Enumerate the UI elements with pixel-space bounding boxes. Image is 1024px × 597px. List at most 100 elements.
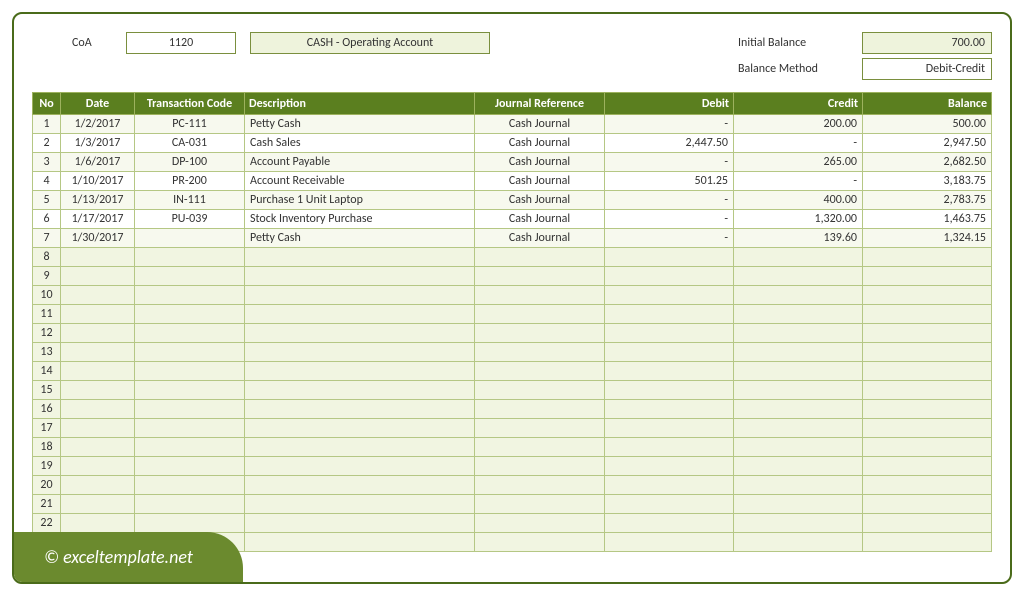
cell-tc[interactable]: PU-039 <box>135 210 245 229</box>
cell-balance[interactable]: 500.00 <box>863 115 992 134</box>
cell-tc[interactable]: DP-100 <box>135 153 245 172</box>
cell-credit[interactable] <box>734 400 863 419</box>
table-row-empty[interactable]: 14 <box>33 362 992 381</box>
cell-jr[interactable] <box>475 324 605 343</box>
table-row-empty[interactable]: 8 <box>33 248 992 267</box>
cell-tc[interactable] <box>135 438 245 457</box>
cell-credit[interactable] <box>734 514 863 533</box>
cell-debit[interactable] <box>605 533 734 552</box>
cell-desc[interactable] <box>245 533 475 552</box>
cell-desc[interactable]: Purchase 1 Unit Laptop <box>245 191 475 210</box>
cell-no[interactable]: 1 <box>33 115 61 134</box>
cell-debit[interactable] <box>605 324 734 343</box>
cell-no[interactable]: 13 <box>33 343 61 362</box>
cell-date[interactable] <box>61 457 135 476</box>
cell-credit[interactable] <box>734 305 863 324</box>
cell-credit[interactable] <box>734 419 863 438</box>
table-row[interactable]: 51/13/2017IN-111Purchase 1 Unit LaptopCa… <box>33 191 992 210</box>
cell-jr[interactable] <box>475 362 605 381</box>
cell-no[interactable]: 11 <box>33 305 61 324</box>
cell-balance[interactable] <box>863 533 992 552</box>
table-row-empty[interactable]: 11 <box>33 305 992 324</box>
cell-desc[interactable] <box>245 476 475 495</box>
cell-tc[interactable] <box>135 305 245 324</box>
cell-debit[interactable] <box>605 381 734 400</box>
cell-balance[interactable] <box>863 495 992 514</box>
cell-credit[interactable] <box>734 495 863 514</box>
cell-tc[interactable] <box>135 267 245 286</box>
cell-date[interactable]: 1/2/2017 <box>61 115 135 134</box>
cell-no[interactable]: 9 <box>33 267 61 286</box>
cell-desc[interactable]: Petty Cash <box>245 229 475 248</box>
cell-tc[interactable] <box>135 514 245 533</box>
balance-method-cell[interactable]: Debit-Credit <box>862 58 992 80</box>
cell-credit[interactable] <box>734 248 863 267</box>
cell-jr[interactable] <box>475 419 605 438</box>
cell-debit[interactable] <box>605 267 734 286</box>
cell-debit[interactable] <box>605 514 734 533</box>
cell-no[interactable]: 12 <box>33 324 61 343</box>
cell-no[interactable]: 10 <box>33 286 61 305</box>
cell-no[interactable]: 8 <box>33 248 61 267</box>
cell-jr[interactable] <box>475 343 605 362</box>
cell-tc[interactable]: PR-200 <box>135 172 245 191</box>
cell-tc[interactable]: CA-031 <box>135 134 245 153</box>
cell-balance[interactable] <box>863 438 992 457</box>
cell-debit[interactable] <box>605 343 734 362</box>
cell-desc[interactable]: Stock Inventory Purchase <box>245 210 475 229</box>
cell-balance[interactable] <box>863 400 992 419</box>
table-row[interactable]: 61/17/2017PU-039Stock Inventory Purchase… <box>33 210 992 229</box>
cell-desc[interactable] <box>245 514 475 533</box>
cell-desc[interactable] <box>245 305 475 324</box>
cell-desc[interactable] <box>245 419 475 438</box>
cell-credit[interactable] <box>734 362 863 381</box>
cell-tc[interactable] <box>135 381 245 400</box>
cell-date[interactable]: 1/17/2017 <box>61 210 135 229</box>
cell-no[interactable]: 15 <box>33 381 61 400</box>
cell-tc[interactable]: IN-111 <box>135 191 245 210</box>
cell-debit[interactable]: - <box>605 115 734 134</box>
cell-debit[interactable] <box>605 495 734 514</box>
cell-date[interactable] <box>61 400 135 419</box>
cell-debit[interactable] <box>605 286 734 305</box>
cell-tc[interactable]: PC-111 <box>135 115 245 134</box>
table-row-empty[interactable]: 20 <box>33 476 992 495</box>
table-row[interactable]: 21/3/2017CA-031Cash SalesCash Journal2,4… <box>33 134 992 153</box>
cell-tc[interactable] <box>135 476 245 495</box>
table-row-empty[interactable]: 18 <box>33 438 992 457</box>
cell-desc[interactable] <box>245 324 475 343</box>
cell-balance[interactable] <box>863 248 992 267</box>
table-row-empty[interactable]: 22 <box>33 514 992 533</box>
cell-debit[interactable] <box>605 362 734 381</box>
cell-debit[interactable] <box>605 400 734 419</box>
cell-date[interactable]: 1/13/2017 <box>61 191 135 210</box>
cell-date[interactable] <box>61 343 135 362</box>
cell-desc[interactable]: Account Payable <box>245 153 475 172</box>
cell-date[interactable]: 1/10/2017 <box>61 172 135 191</box>
cell-tc[interactable] <box>135 324 245 343</box>
cell-no[interactable]: 17 <box>33 419 61 438</box>
cell-balance[interactable] <box>863 324 992 343</box>
cell-debit[interactable] <box>605 419 734 438</box>
cell-credit[interactable]: 200.00 <box>734 115 863 134</box>
cell-desc[interactable] <box>245 343 475 362</box>
cell-desc[interactable] <box>245 438 475 457</box>
cell-jr[interactable] <box>475 495 605 514</box>
cell-balance[interactable] <box>863 286 992 305</box>
cell-desc[interactable] <box>245 400 475 419</box>
cell-credit[interactable] <box>734 381 863 400</box>
table-row[interactable]: 71/30/2017Petty CashCash Journal-139.601… <box>33 229 992 248</box>
table-row-empty[interactable]: 10 <box>33 286 992 305</box>
cell-balance[interactable] <box>863 362 992 381</box>
cell-jr[interactable] <box>475 381 605 400</box>
cell-balance[interactable]: 1,324.15 <box>863 229 992 248</box>
cell-balance[interactable]: 2,682.50 <box>863 153 992 172</box>
cell-jr[interactable]: Cash Journal <box>475 134 605 153</box>
cell-no[interactable]: 22 <box>33 514 61 533</box>
cell-date[interactable] <box>61 286 135 305</box>
cell-desc[interactable]: Account Receivable <box>245 172 475 191</box>
cell-date[interactable] <box>61 267 135 286</box>
cell-credit[interactable]: - <box>734 172 863 191</box>
table-row-empty[interactable]: 17 <box>33 419 992 438</box>
table-row[interactable]: 11/2/2017PC-111Petty CashCash Journal-20… <box>33 115 992 134</box>
